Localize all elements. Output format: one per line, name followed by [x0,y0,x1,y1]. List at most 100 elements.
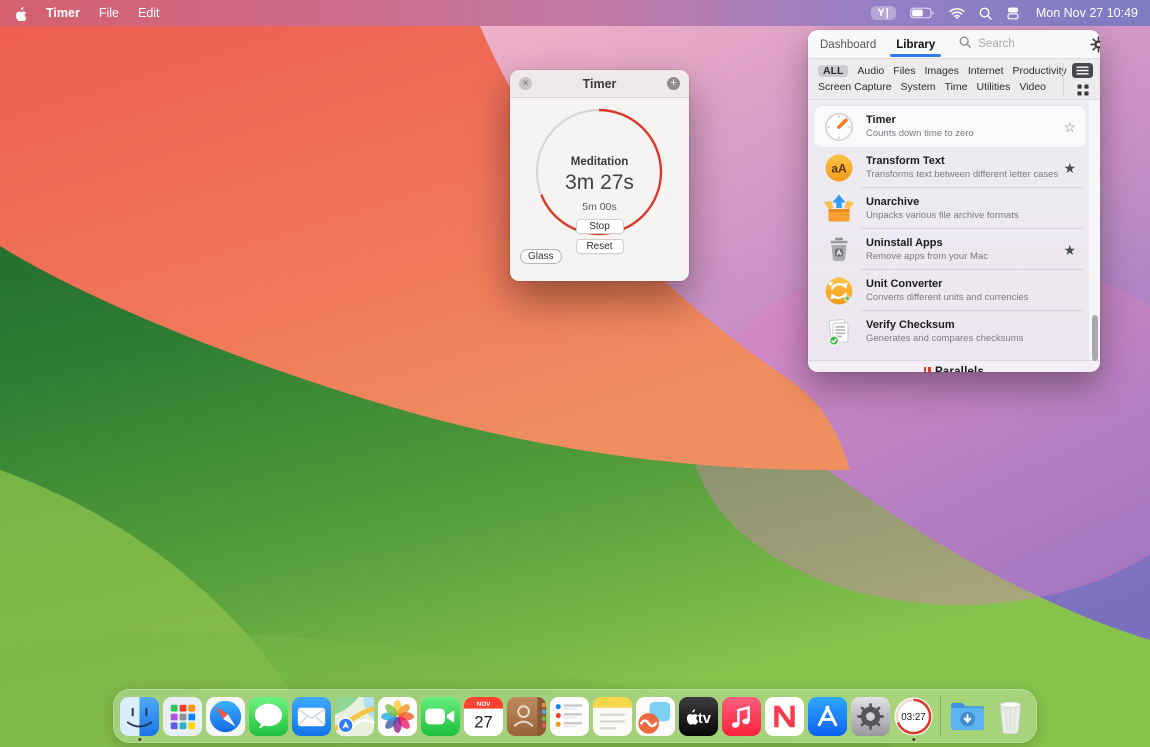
gear-icon[interactable] [1090,36,1100,53]
dock-mail-icon[interactable] [290,693,333,739]
running-indicator [912,738,916,742]
dock: NOV27 tv 03:27 [113,689,1037,743]
tab-dashboard[interactable]: Dashboard [820,32,876,57]
tool-unarchive-icon [822,192,856,226]
glass-style-button[interactable]: Glass [520,249,562,264]
parallels-toolbox-menu-icon[interactable]: Y| [871,6,895,20]
category-audio[interactable]: Audio [857,65,884,77]
apple-menu-icon[interactable] [14,6,27,21]
tool-title: Unarchive [866,196,1019,208]
tool-title: Timer [866,114,974,126]
menu-edit[interactable]: Edit [138,6,160,20]
tool-description: Remove apps from your Mac [866,251,988,262]
reset-button[interactable]: Reset [576,239,624,254]
dock-facetime-icon[interactable] [419,693,462,739]
tool-unit-converter-icon [822,274,856,308]
stop-button[interactable]: Stop [576,219,624,234]
tool-description: Generates and compares checksums [866,333,1023,344]
category-filter-bar: ALL Audio Files Images Internet Productivity S… [808,58,1100,100]
search-input[interactable] [976,37,1090,51]
close-icon[interactable]: × [519,77,532,90]
timer-window-titlebar[interactable]: × Timer + [510,70,689,98]
dock-calendar-icon[interactable]: NOV27 [462,693,505,739]
tool-description: Counts down time to zero [866,128,974,139]
parallels-desktop-menu-icon[interactable] [1006,6,1020,20]
star-outline-icon[interactable]: ☆ [1063,120,1078,134]
dock-tv-icon[interactable]: tv [677,693,720,739]
category-system[interactable]: System [901,81,936,93]
timer-total-duration: 5m 00s [510,201,689,213]
category-video[interactable]: Video [1019,81,1046,93]
dock-trash-icon[interactable] [989,693,1032,739]
category-internet[interactable]: Internet [968,65,1004,77]
tool-row-unarchive[interactable]: Unarchive Unpacks various file archive fo… [814,188,1086,229]
dock-safari-icon[interactable] [204,693,247,739]
dock-music-icon[interactable] [720,693,763,739]
menu-bar: Timer File Edit Y| Mon Nov 27 10:49 [0,0,1150,26]
category-screen-capture[interactable]: Screen Capture [818,81,892,93]
tool-uninstall-apps-icon [822,233,856,267]
view-mode-toggle [1063,63,1093,95]
category-utilities[interactable]: Utilities [977,81,1011,93]
svg-text:03:27: 03:27 [901,712,925,723]
toolbox-header: Dashboard Library [808,30,1100,58]
dock-messages-icon[interactable] [247,693,290,739]
dock-downloads-icon[interactable] [946,693,989,739]
timer-window-title: Timer [510,77,689,91]
tool-row-timer[interactable]: Timer Counts down time to zero ☆ [814,106,1086,147]
dock-finder-icon[interactable] [118,693,161,739]
tool-row-uninstall-apps[interactable]: Uninstall Apps Remove apps from your Mac ★ [814,229,1086,270]
svg-text:aA: aA [831,161,847,175]
dock-news-icon[interactable] [763,693,806,739]
dock-timer-icon[interactable]: 03:27 [892,693,935,739]
tool-description: Converts different units and currencies [866,292,1028,303]
tool-title: Unit Converter [866,278,1028,290]
search-field[interactable] [959,35,1090,53]
tab-library[interactable]: Library [896,32,935,57]
star-filled-icon[interactable]: ★ [1063,243,1078,257]
dock-maps-icon[interactable] [333,693,376,739]
parallels-toolbox-panel: Dashboard Library ALL Audio Files Images Inte… [808,30,1100,372]
timer-window: × Timer + Meditation 3m 27s 5m 00s Stop … [510,70,689,281]
spotlight-search-icon[interactable] [979,7,992,20]
dock-app-store-icon[interactable] [806,693,849,739]
tool-verify-checksum-icon [822,315,856,349]
scrollbar-thumb[interactable] [1092,315,1098,361]
dock-notes-icon[interactable] [591,693,634,739]
dock-photos-icon[interactable] [376,693,419,739]
tool-row-verify-checksum[interactable]: Verify Checksum Generates and compares ch… [814,311,1086,352]
wifi-icon[interactable] [949,7,965,19]
parallels-logo-icon [924,367,931,373]
menu-file[interactable]: File [99,6,119,20]
dock-reminders-icon[interactable] [548,693,591,739]
category-files[interactable]: Files [893,65,915,77]
tool-title: Uninstall Apps [866,237,988,249]
battery-icon[interactable] [910,7,935,19]
tool-row-transform-text[interactable]: aATransform TextTransforms text between … [814,147,1086,188]
grid-view-icon[interactable] [1077,83,1089,101]
dock-system-settings-icon[interactable] [849,693,892,739]
category-images[interactable]: Images [924,65,958,77]
tool-title: Verify Checksum [866,319,1023,331]
category-productivity[interactable]: Productivity [1013,65,1067,77]
tool-transform-text-icon: aA [822,151,856,185]
dock-launchpad-icon[interactable] [161,693,204,739]
tools-list: Timer Counts down time to zero ☆ aA Transfor… [808,100,1100,360]
menu-clock[interactable]: Mon Nov 27 10:49 [1036,6,1138,20]
search-icon [959,35,971,53]
parallels-logo-text: Parallels [935,366,984,373]
add-timer-icon[interactable]: + [667,77,680,90]
dock-divider [940,696,941,736]
category-all[interactable]: ALL [818,65,848,77]
menu-app-name[interactable]: Timer [46,6,80,20]
list-view-icon[interactable] [1072,63,1093,83]
tool-title: Transform Text [866,155,1058,167]
dock-freeform-icon[interactable] [634,693,677,739]
running-indicator [138,738,142,742]
dock-contacts-icon[interactable] [505,693,548,739]
tool-description: Unpacks various file archive formats [866,210,1019,221]
timer-window-body: Meditation 3m 27s 5m 00s Stop Reset Glas… [510,98,689,281]
star-filled-icon[interactable]: ★ [1063,161,1078,175]
tool-row-unit-converter[interactable]: Unit Converter Converts different units a… [814,270,1086,311]
category-time[interactable]: Time [945,81,968,93]
